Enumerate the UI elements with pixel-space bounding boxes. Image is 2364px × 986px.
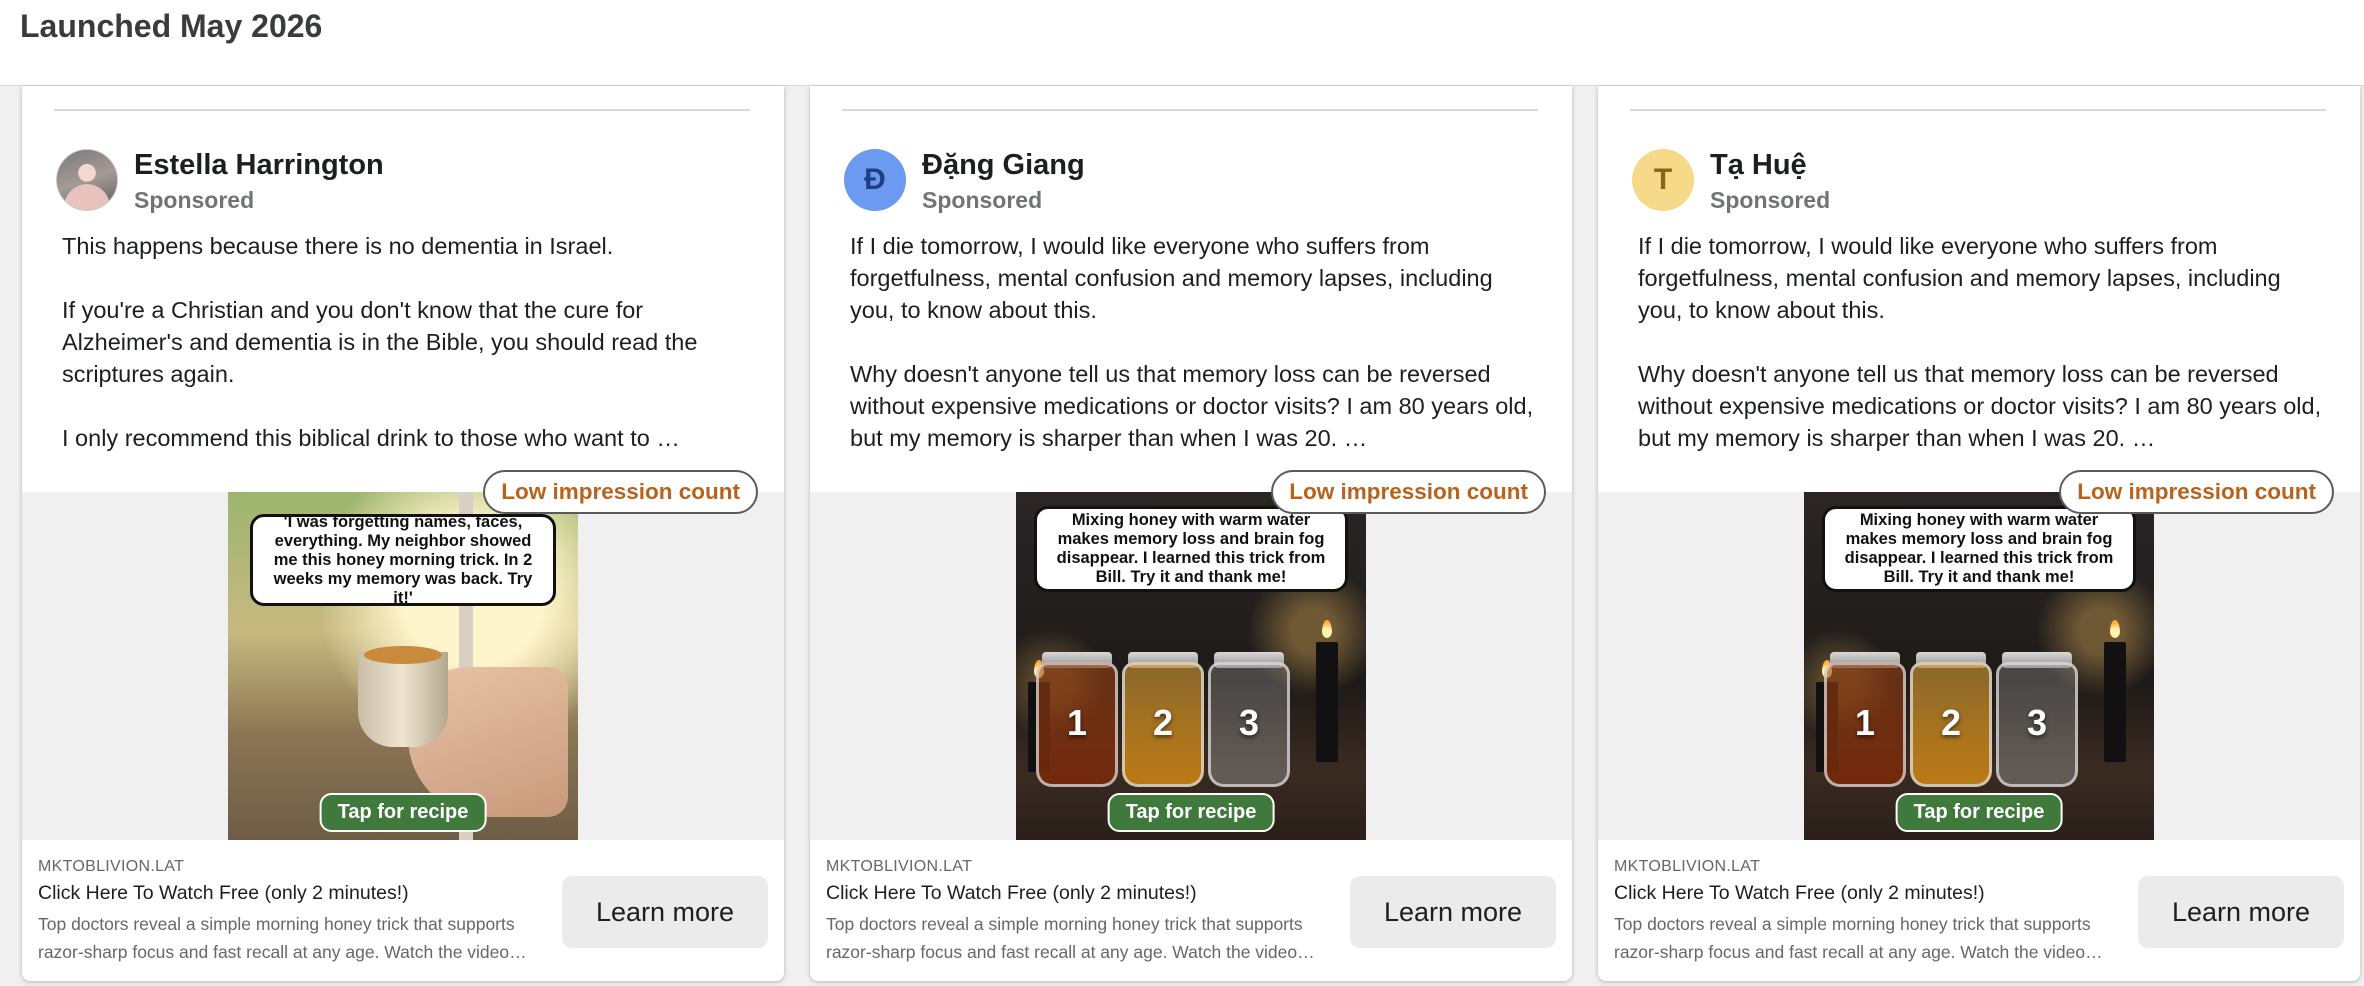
ad-headline[interactable]: Click Here To Watch Free (only 2 minutes… <box>38 882 409 905</box>
top-bar: Launched May 2026 <box>0 0 2364 86</box>
tap-for-recipe-button[interactable]: Tap for recipe <box>1895 793 2063 832</box>
body-paragraph: If you're a Christian and you don't know… <box>62 297 698 387</box>
ad-headline[interactable]: Click Here To Watch Free (only 2 minutes… <box>1614 882 1985 905</box>
ad-body-text: If I die tomorrow, I would like everyone… <box>850 230 1540 454</box>
ad-body-text: If I die tomorrow, I would like everyone… <box>1638 230 2328 454</box>
body-paragraph: I only recommend this biblical drink to … <box>62 425 680 451</box>
candle-graphic <box>1316 642 1338 762</box>
body-paragraph: This happens because there is no dementi… <box>62 233 614 259</box>
advertiser-name[interactable]: Tạ Huệ <box>1710 148 1807 182</box>
ad-body-text: This happens because there is no dementi… <box>62 230 752 454</box>
card-divider <box>842 109 1538 111</box>
learn-more-button[interactable]: Learn more <box>562 876 768 948</box>
learn-more-button[interactable]: Learn more <box>1350 876 1556 948</box>
ad-description: Top doctors reveal a simple morning hone… <box>826 914 1315 962</box>
cup-graphic <box>358 646 448 747</box>
ad-card[interactable]: Đ Đặng Giang Sponsored If I die tomorrow… <box>810 86 1572 981</box>
low-impression-badge: Low impression count <box>2059 470 2334 514</box>
image-speech-bubble: Mixing honey with warm water makes memor… <box>1034 506 1348 592</box>
ad-domain[interactable]: MKTOBLIVION.LAT <box>826 858 972 876</box>
ad-image[interactable]: 1 2 3 Mixing honey with warm water makes… <box>1016 492 1366 840</box>
ad-headline[interactable]: Click Here To Watch Free (only 2 minutes… <box>826 882 1197 905</box>
ad-image[interactable]: 1 2 3 Mixing honey with warm water makes… <box>1804 492 2154 840</box>
tap-for-recipe-button[interactable]: Tap for recipe <box>319 793 487 832</box>
image-speech-bubble: 'I was forgetting names, faces, everythi… <box>250 513 556 607</box>
advertiser-name[interactable]: Đặng Giang <box>922 148 1085 182</box>
ad-card[interactable]: T Tạ Huệ Sponsored If I die tomorrow, I … <box>1598 86 2360 981</box>
jar-number: 3 <box>2026 702 2048 743</box>
card-divider <box>54 109 750 111</box>
body-paragraph: If I die tomorrow, I would like everyone… <box>1638 233 2281 323</box>
ad-media[interactable]: 1 2 3 Mixing honey with warm water makes… <box>810 492 1572 840</box>
learn-more-button[interactable]: Learn more <box>2138 876 2344 948</box>
advertiser-avatar[interactable]: Đ <box>844 149 906 211</box>
sponsored-label: Sponsored <box>134 187 255 213</box>
body-paragraph: Why doesn't anyone tell us that memory l… <box>850 361 1534 451</box>
jar-number: 1 <box>1854 702 1876 743</box>
page-title: Launched May 2026 <box>20 8 323 44</box>
ad-card[interactable]: Estella Harrington Sponsored This happen… <box>22 86 784 981</box>
tap-for-recipe-button[interactable]: Tap for recipe <box>1107 793 1275 832</box>
body-paragraph: Why doesn't anyone tell us that memory l… <box>1638 361 2322 451</box>
low-impression-badge: Low impression count <box>1271 470 1546 514</box>
advertiser-avatar[interactable] <box>56 149 118 211</box>
ad-description: Top doctors reveal a simple morning hone… <box>38 914 527 962</box>
ad-domain[interactable]: MKTOBLIVION.LAT <box>38 858 184 876</box>
sponsored-label: Sponsored <box>1710 187 1831 213</box>
ad-image[interactable]: 'I was forgetting names, faces, everythi… <box>228 492 578 840</box>
low-impression-badge: Low impression count <box>483 470 758 514</box>
candle-graphic <box>2104 642 2126 762</box>
body-paragraph: If I die tomorrow, I would like everyone… <box>850 233 1493 323</box>
jar-number: 2 <box>1152 702 1174 743</box>
advertiser-name[interactable]: Estella Harrington <box>134 148 384 182</box>
ad-description: Top doctors reveal a simple morning hone… <box>1614 914 2103 962</box>
sponsored-label: Sponsored <box>922 187 1043 213</box>
jar-number: 2 <box>1940 702 1962 743</box>
image-speech-bubble: Mixing honey with warm water makes memor… <box>1822 506 2136 592</box>
flame-graphic <box>1322 620 1332 638</box>
jar-number: 1 <box>1066 702 1088 743</box>
card-divider <box>1630 109 2326 111</box>
jar-number: 3 <box>1238 702 1260 743</box>
advertiser-avatar[interactable]: T <box>1632 149 1694 211</box>
ad-media[interactable]: 'I was forgetting names, faces, everythi… <box>22 492 784 840</box>
ad-domain[interactable]: MKTOBLIVION.LAT <box>1614 858 1760 876</box>
flame-graphic <box>2110 620 2120 638</box>
ad-media[interactable]: 1 2 3 Mixing honey with warm water makes… <box>1598 492 2360 840</box>
